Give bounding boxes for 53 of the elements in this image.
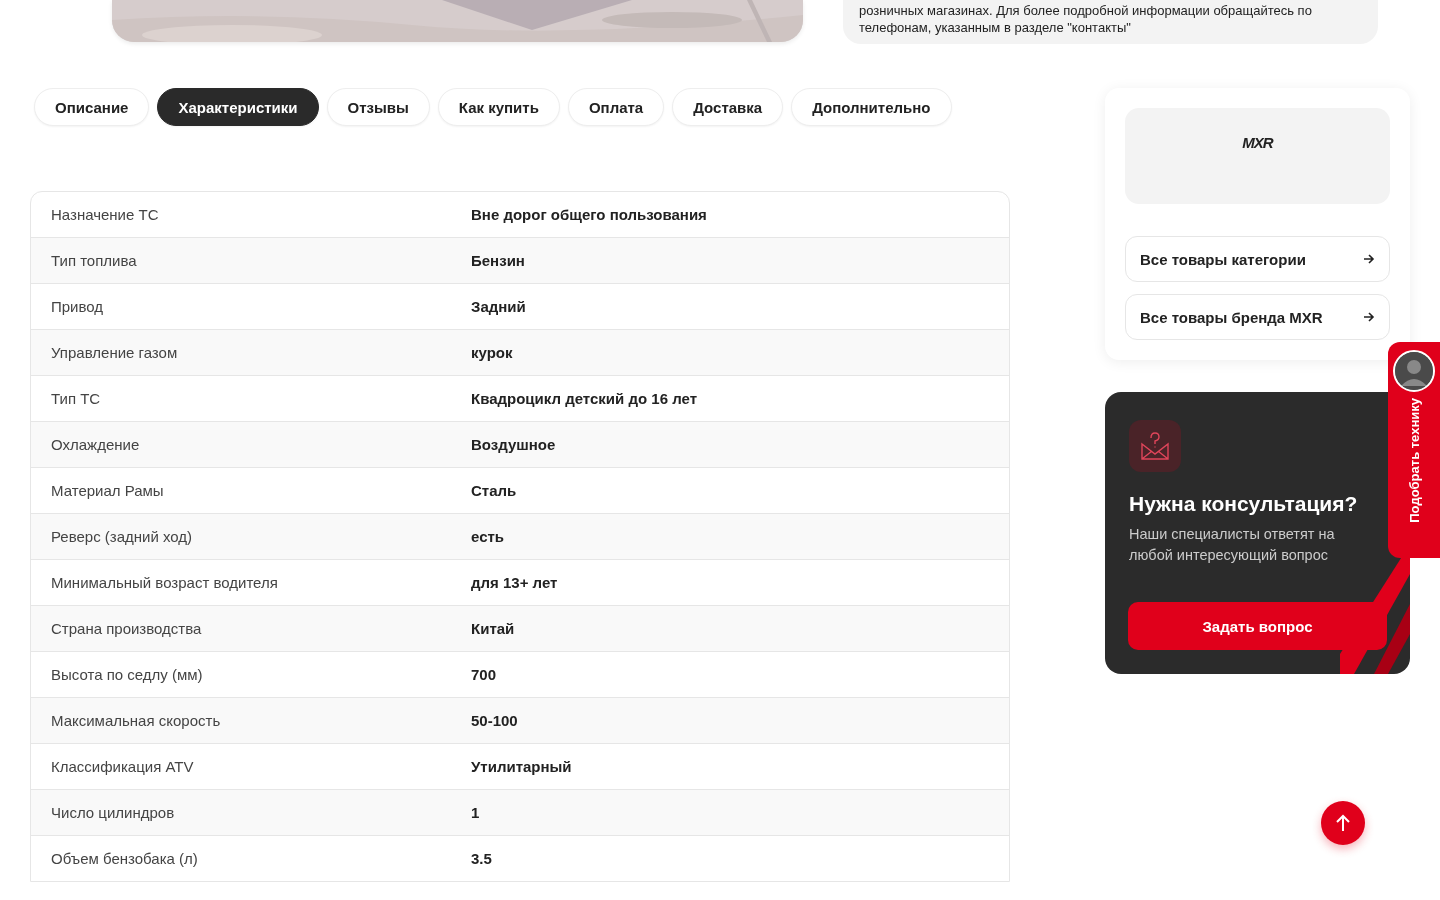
tab[interactable]: Доставка [672,88,784,126]
spec-name: Реверс (задний ход) [50,528,194,545]
consult-title: Нужна консультация? [1129,492,1359,516]
tab[interactable]: Описание [34,88,150,126]
spec-value: Утилитарный [471,758,573,775]
tab[interactable]: Отзывы [326,88,430,126]
spec-value: Квадроцикл детский до 16 лет [471,390,698,407]
spec-name: Назначение ТС [50,206,160,223]
brand-logo: MXR [1242,134,1273,152]
spec-name: Тип топлива [50,252,138,269]
spec-value: 700 [471,666,498,683]
spec-name: Минимальный возраст водителя [50,574,279,591]
spec-value: Сталь [471,482,518,499]
tab[interactable]: Характеристики [157,88,319,126]
arrow-icon [1363,312,1375,322]
spec-value: курок [471,344,514,361]
link-button[interactable]: Все товары бренда MXR [1125,294,1390,340]
up-arrow-icon [1335,814,1351,832]
arrow-icon [1363,254,1375,264]
tab[interactable]: Как купить [437,88,560,126]
spec-name: Страна производства [50,620,203,637]
ask-question-button[interactable]: Задать вопрос [1128,602,1387,650]
spec-name: Максимальная скорость [50,712,222,729]
scroll-up-button[interactable] [1321,801,1365,845]
spec-name: Число цилиндров [50,804,176,821]
spec-name: Классификация ATV [50,758,195,775]
link-button[interactable]: Все товары категории [1125,236,1390,282]
tab[interactable]: Оплата [567,88,665,126]
spec-value: Воздушное [471,436,557,453]
spec-name: Материал Рамы [50,482,165,499]
spec-name: Управление газом [50,344,179,361]
spec-name: Охлаждение [50,436,141,453]
spec-name: Привод [50,298,105,315]
spec-value: Китай [471,620,516,637]
tab[interactable]: Дополнительно [791,88,952,126]
consult-text: Наши специалисты ответят на любой интересующий вопрос [1129,525,1336,565]
spec-name: Тип ТС [50,390,102,407]
spec-name: Объем бензобака (л) [50,850,199,867]
info-text: телефонам, указанным в разделе "контакты" [859,19,1132,36]
spec-value: 1 [471,804,481,821]
spec-value: Бензин [471,252,526,269]
spec-name: Высота по седлу (мм) [50,666,204,683]
spec-value: есть [471,528,506,545]
spec-value: 50-100 [471,712,519,729]
spec-value: Задний [471,298,527,315]
spec-value: Вне дорог общего пользования [471,206,708,223]
mail-question-icon [1139,430,1171,462]
side-tab[interactable]: Подобрать технику [1388,342,1440,558]
avatar [1393,350,1435,392]
side-tab-label: Подобрать технику [1406,398,1422,523]
spec-value: 3.5 [471,850,493,867]
spec-value: для 13+ лет [471,574,559,591]
info-text: розничных магазинах. Для более подробной информации обращайтесь по [859,2,1313,19]
